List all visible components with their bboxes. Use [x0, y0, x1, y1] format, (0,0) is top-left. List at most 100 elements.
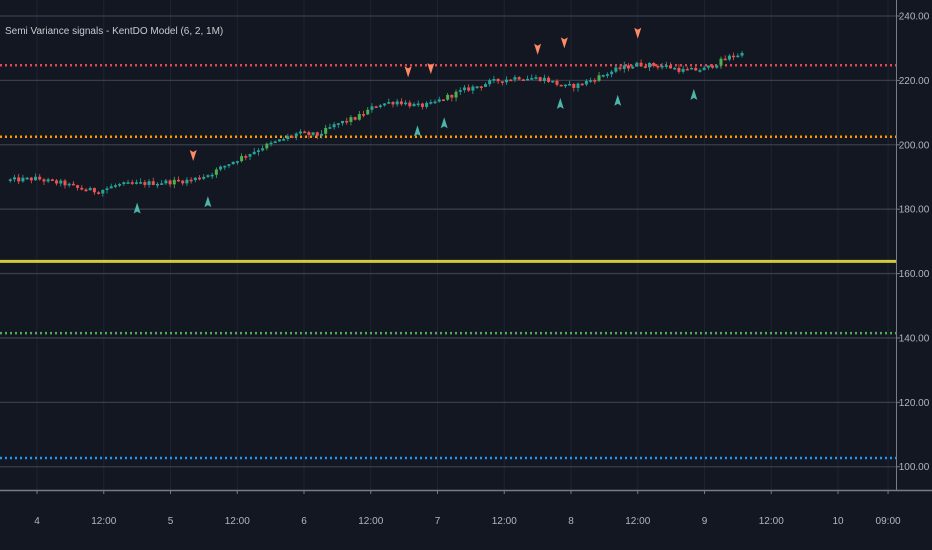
- candle-body: [235, 161, 239, 163]
- candle-body: [547, 77, 551, 82]
- candle-body: [441, 99, 445, 102]
- candle-body: [719, 58, 723, 66]
- candle-body: [42, 179, 46, 182]
- candle-body: [399, 101, 403, 105]
- candle-body: [168, 180, 172, 185]
- indicator-title[interactable]: Semi Variance signals - KentDO Model (6,…: [5, 26, 223, 37]
- candle-body: [13, 177, 17, 180]
- candle-body: [248, 154, 252, 157]
- candle-body: [143, 182, 147, 185]
- candle-body: [622, 65, 626, 69]
- candle-body: [219, 166, 223, 170]
- candle-body: [97, 192, 101, 194]
- price-tick-label: 180.00: [899, 205, 930, 216]
- candle-body: [21, 177, 25, 182]
- time-tick-label: 6: [301, 516, 307, 527]
- candle-body: [454, 91, 458, 98]
- candle-body: [311, 132, 315, 135]
- candle-body: [210, 174, 214, 177]
- candle-body: [29, 177, 33, 181]
- candle-body: [471, 86, 475, 91]
- candle-body: [631, 66, 635, 69]
- candle-body: [496, 78, 500, 82]
- candle-body: [126, 182, 130, 184]
- time-tick-label: 7: [435, 516, 441, 527]
- candle-body: [71, 183, 75, 186]
- candle-body: [181, 180, 185, 184]
- candle-body: [513, 77, 517, 80]
- candle-body: [626, 65, 630, 69]
- candle-body: [437, 99, 441, 102]
- candle-body: [261, 148, 265, 151]
- candle-body: [324, 127, 328, 134]
- candle-body: [214, 169, 218, 175]
- candle-body: [172, 179, 176, 185]
- candle-body: [685, 68, 689, 71]
- candle-body: [265, 143, 269, 149]
- candle-body: [694, 67, 698, 71]
- candle-body: [618, 67, 622, 70]
- candle-body: [580, 83, 584, 86]
- candle-body: [420, 103, 424, 107]
- candle-body: [50, 179, 54, 181]
- candle-body: [155, 183, 159, 186]
- candle-body: [605, 74, 609, 76]
- candle-body: [555, 80, 559, 85]
- candle-body: [67, 183, 71, 186]
- candle-body: [38, 176, 42, 180]
- candle-body: [387, 102, 391, 104]
- time-tick-label: 4: [34, 516, 40, 527]
- candle-body: [164, 180, 168, 184]
- candle-body: [252, 151, 256, 155]
- candle-body: [189, 179, 193, 182]
- candle-body: [698, 70, 702, 72]
- time-tick-label: 12:00: [492, 516, 517, 527]
- time-tick-label: 12:00: [91, 516, 116, 527]
- candle-body: [534, 77, 538, 79]
- candle-body: [109, 186, 113, 189]
- candle-body: [681, 68, 685, 72]
- candle-body: [383, 103, 387, 106]
- candle-body: [517, 77, 521, 80]
- price-tick-label: 220.00: [899, 76, 930, 87]
- price-chart[interactable]: 100.00 120.00 140.00 160.00 180.00 200.00 220.…: [0, 0, 932, 550]
- candle-body: [341, 120, 345, 124]
- candle-body: [446, 94, 450, 100]
- candle-body: [458, 90, 462, 92]
- candle-body: [475, 86, 479, 88]
- candle-body: [538, 77, 542, 82]
- candle-body: [130, 182, 134, 184]
- candle-body: [429, 102, 433, 104]
- candle-body: [357, 114, 361, 120]
- candle-body: [563, 84, 567, 87]
- candle-body: [46, 179, 50, 182]
- candle-body: [572, 83, 576, 88]
- time-tick-label: 9: [702, 516, 708, 527]
- time-tick-label: 12:00: [759, 516, 784, 527]
- candle-body: [715, 65, 719, 68]
- candle-body: [551, 80, 555, 83]
- candle-body: [509, 79, 513, 82]
- candle-body: [303, 131, 307, 134]
- candle-body: [483, 84, 487, 87]
- candle-body: [362, 114, 366, 116]
- candle-body: [63, 180, 67, 186]
- candle-body: [395, 101, 399, 105]
- time-tick-label: 09:00: [876, 516, 901, 527]
- candle-body: [332, 124, 336, 128]
- candle-body: [669, 65, 673, 69]
- candle-body: [366, 109, 370, 115]
- candle-body: [286, 136, 290, 140]
- candle-body: [690, 67, 694, 70]
- candle-body: [404, 102, 408, 105]
- candle-body: [673, 67, 677, 70]
- candle-body: [488, 80, 492, 85]
- candle-body: [80, 187, 84, 190]
- candle-body: [307, 132, 311, 135]
- candle-body: [593, 80, 597, 82]
- candle-body: [412, 103, 416, 107]
- candle-body: [500, 81, 504, 83]
- candle-body: [256, 150, 260, 152]
- time-tick-label: 12:00: [358, 516, 383, 527]
- candle-body: [298, 131, 302, 134]
